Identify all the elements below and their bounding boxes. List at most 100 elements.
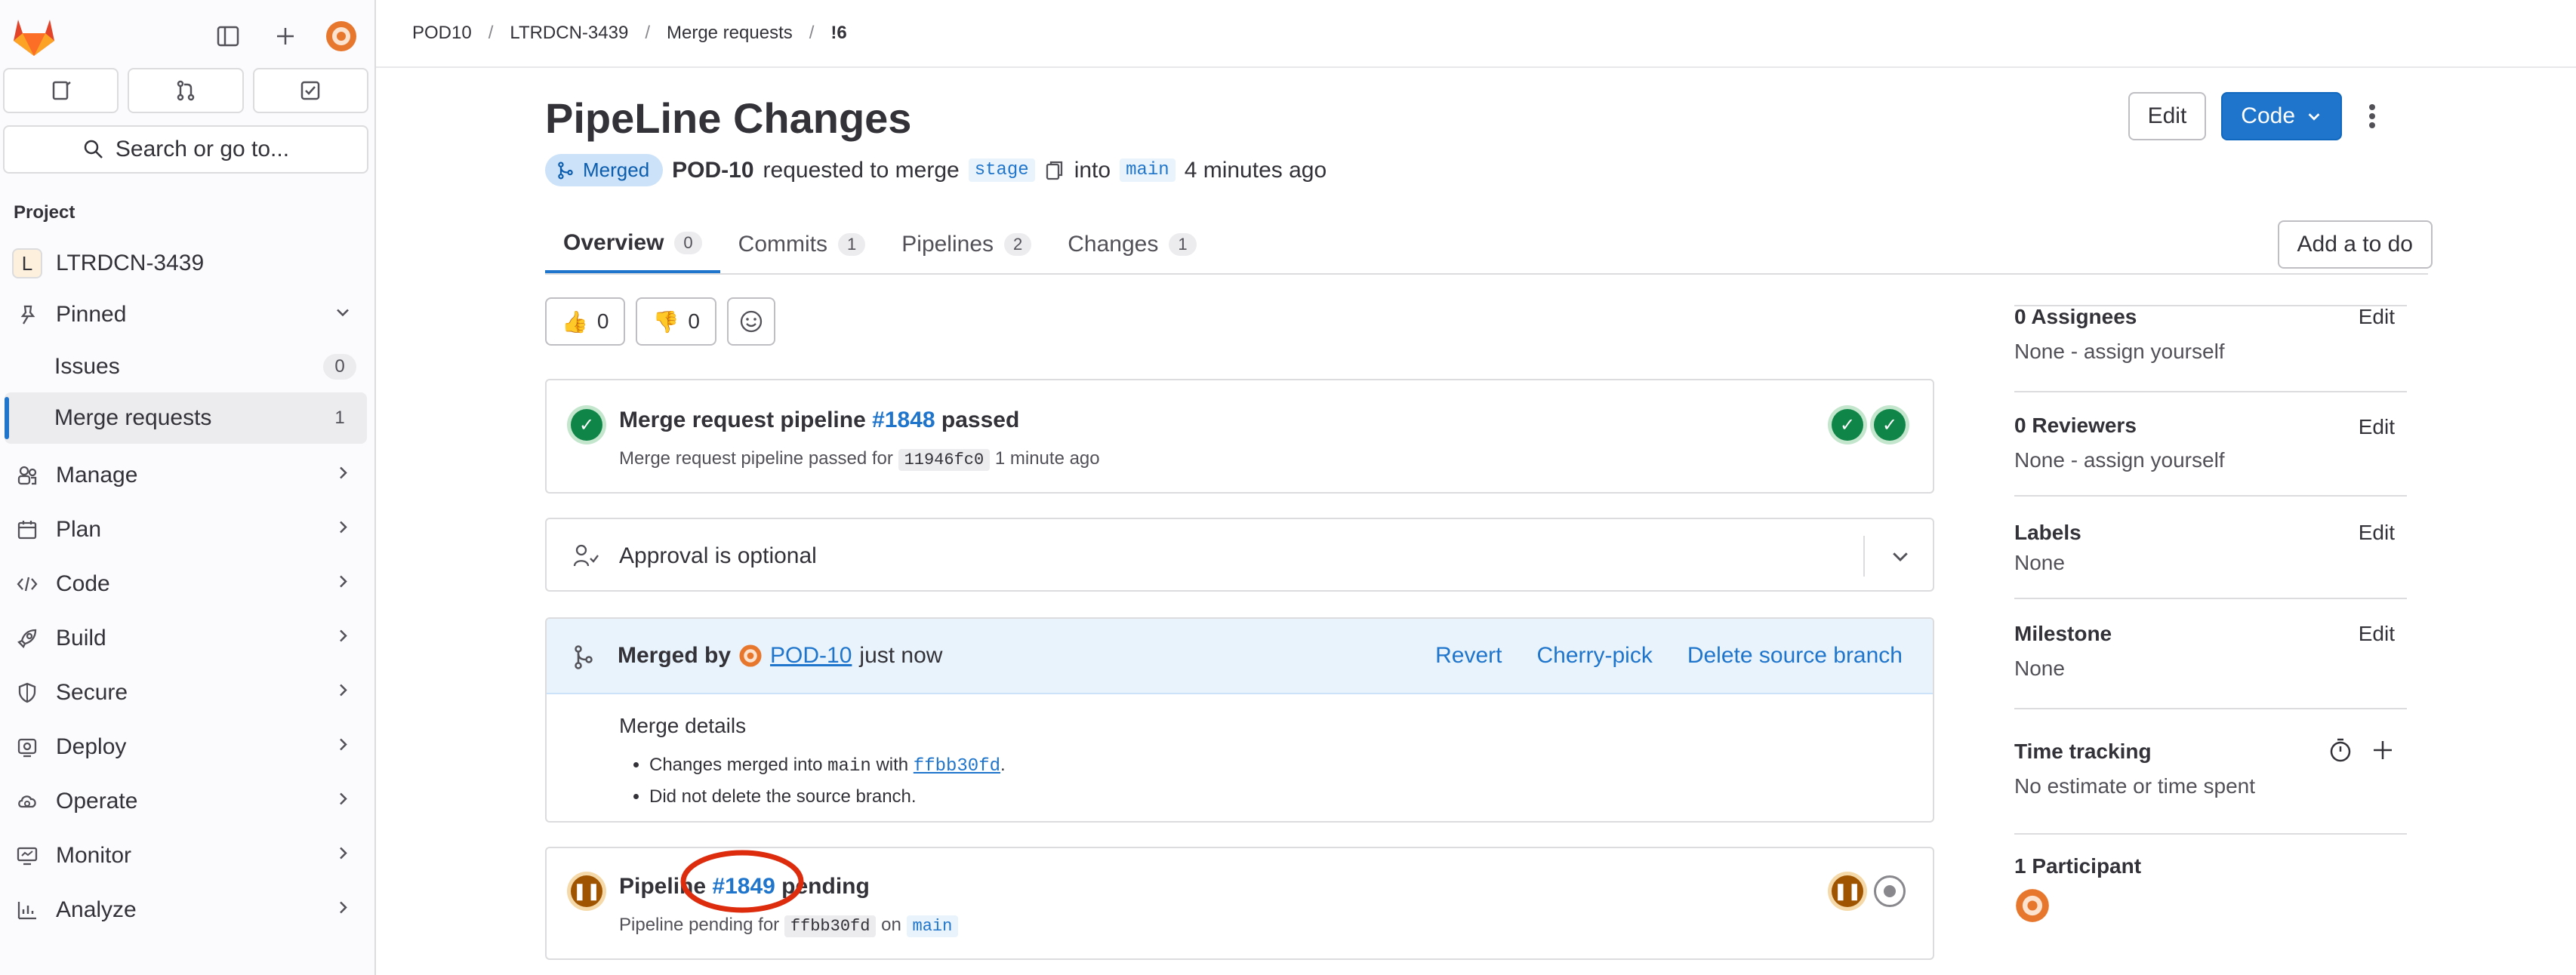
merged-by-label: Merged by	[618, 643, 732, 668]
commit-sha[interactable]: 11946fc0	[898, 449, 991, 471]
stage-pending-icon[interactable]: ❚❚	[1832, 875, 1863, 907]
cherry-pick-button[interactable]: Cherry-pick	[1536, 643, 1652, 669]
breadcrumb-current[interactable]: !6	[830, 23, 846, 44]
breadcrumb-separator: /	[809, 23, 815, 43]
tab-label: Changes	[1068, 232, 1159, 257]
merged-by-user[interactable]: POD-10	[770, 643, 852, 669]
chevron-right-icon	[334, 899, 352, 922]
thumbs-down-button[interactable]: 👎 0	[636, 297, 716, 346]
assignees-section	[2014, 68, 2407, 306]
sidebar-toggle-icon[interactable]	[210, 18, 246, 54]
assignees-value[interactable]: None - assign yourself	[2014, 340, 2407, 364]
pipeline-title-prefix: Merge request pipeline	[619, 408, 866, 432]
merge-commit-link[interactable]: ffbb30fd	[914, 756, 1000, 777]
chevron-down-icon	[334, 303, 352, 327]
sidebar-item-label: Analyze	[56, 897, 137, 922]
status-pending-icon[interactable]: ❚❚	[571, 875, 602, 907]
sidebar-item-deploy[interactable]: Deploy	[0, 720, 374, 774]
copy-icon[interactable]	[1044, 159, 1065, 182]
sidebar-item-monitor[interactable]: Monitor	[0, 829, 374, 883]
search-placeholder: Search or go to...	[115, 137, 290, 161]
stage-success-icon[interactable]: ✓	[1832, 409, 1863, 441]
merge-requests-count-badge: 1	[323, 405, 356, 431]
assignees-edit-button[interactable]: Edit	[2359, 305, 2395, 329]
reviewers-edit-button[interactable]: Edit	[2359, 415, 2395, 439]
delete-source-branch-button[interactable]: Delete source branch	[1687, 643, 1903, 669]
code-icon	[12, 569, 42, 599]
deploy-icon	[12, 732, 42, 762]
breadcrumb: POD10 / LTRDCN-3439 / Merge requests / !…	[376, 0, 2576, 68]
tab-changes[interactable]: Changes 1	[1049, 216, 1214, 273]
chevron-right-icon	[334, 844, 352, 868]
sidebar-item-build[interactable]: Build	[0, 611, 374, 666]
issues-quick-icon[interactable]	[3, 68, 119, 113]
sidebar-item-analyze[interactable]: Analyze	[0, 883, 374, 937]
section-label: Project	[14, 202, 75, 223]
user-avatar-icon[interactable]	[325, 20, 358, 53]
sidebar-item-secure[interactable]: Secure	[0, 666, 374, 720]
breadcrumb-item[interactable]: LTRDCN-3439	[510, 23, 628, 44]
users-icon	[12, 460, 42, 491]
labels-edit-button[interactable]: Edit	[2359, 521, 2395, 545]
stopwatch-icon[interactable]	[2327, 737, 2354, 767]
add-reaction-button[interactable]	[726, 297, 775, 346]
chevron-right-icon	[334, 790, 352, 814]
merge-request-quick-icon[interactable]	[128, 68, 244, 113]
reviewers-value[interactable]: None - assign yourself	[2014, 448, 2407, 472]
merged-by-line: Merged by POD-10 just now	[618, 643, 942, 669]
tab-count: 1	[1169, 233, 1197, 256]
gitlab-logo-icon[interactable]	[9, 14, 59, 59]
mr-author[interactable]: POD-10	[672, 158, 753, 183]
chevron-right-icon	[334, 573, 352, 596]
labels-value: None	[2014, 551, 2065, 574]
search-button[interactable]: Search or go to...	[3, 125, 368, 174]
sidebar-item-operate[interactable]: Operate	[0, 774, 374, 829]
pipeline-subtitle: Pipeline pending for ffbb30fd on main	[619, 915, 959, 937]
stage-success-icon[interactable]: ✓	[1874, 409, 1906, 441]
commit-sha[interactable]: ffbb30fd	[784, 915, 877, 937]
user-avatar-icon[interactable]	[738, 644, 763, 668]
stage-created-icon[interactable]	[1874, 875, 1906, 907]
breadcrumb-item[interactable]: Merge requests	[667, 23, 793, 44]
plus-icon[interactable]	[267, 18, 304, 54]
sidebar-item-issues[interactable]: Issues 0	[0, 341, 374, 392]
sidebar-item-manage[interactable]: Manage	[0, 448, 374, 503]
tab-label: Overview	[563, 230, 664, 255]
todo-quick-icon[interactable]	[252, 68, 368, 113]
sidebar-item-merge-requests[interactable]: Merge requests 1	[5, 392, 367, 444]
sidebar-item-code[interactable]: Code	[0, 557, 374, 611]
chevron-right-icon	[334, 464, 352, 488]
participants-label: 1 Participant	[2014, 854, 2142, 878]
participant-avatar-icon[interactable]	[2014, 887, 2051, 924]
pipeline-title-suffix: passed	[941, 408, 1020, 432]
issues-count-badge: 0	[323, 354, 356, 380]
pipeline-branch[interactable]: main	[906, 915, 959, 937]
chevron-down-icon[interactable]	[1889, 545, 1912, 567]
tab-overview[interactable]: Overview 0	[545, 216, 720, 273]
tab-pipelines[interactable]: Pipelines 2	[883, 216, 1049, 273]
annotation-circle	[680, 850, 804, 913]
tab-label: Pipelines	[901, 232, 994, 257]
milestone-section: Milestone None Edit	[2014, 622, 2407, 709]
milestone-edit-button[interactable]: Edit	[2359, 622, 2395, 646]
breadcrumb-item[interactable]: POD10	[412, 23, 472, 44]
sidebar-item-label: Build	[56, 626, 106, 651]
sidebar-item-label: Issues	[54, 354, 120, 379]
sidebar-project[interactable]: L LTRDCN-3439	[0, 238, 374, 288]
approval-widget: Approval is optional	[545, 518, 1934, 592]
status-success-icon[interactable]: ✓	[571, 409, 602, 441]
tab-commits[interactable]: Commits 1	[720, 216, 884, 273]
project-avatar: L	[12, 248, 42, 278]
target-branch[interactable]: main	[1120, 158, 1176, 182]
pipeline-link[interactable]: #1848	[872, 408, 935, 432]
revert-button[interactable]: Revert	[1435, 643, 1502, 669]
sidebar-item-label: Merge requests	[54, 405, 212, 430]
sidebar-pinned[interactable]: Pinned	[0, 288, 374, 341]
thumbs-up-button[interactable]: 👍 0	[545, 297, 626, 346]
source-branch[interactable]: stage	[968, 158, 1035, 182]
sidebar-item-plan[interactable]: Plan	[0, 503, 374, 557]
labels-label: Labels	[2014, 521, 2081, 544]
plus-icon[interactable]	[2369, 737, 2396, 767]
chevron-right-icon	[334, 736, 352, 759]
list-item: Did not delete the source branch.	[649, 782, 1006, 812]
